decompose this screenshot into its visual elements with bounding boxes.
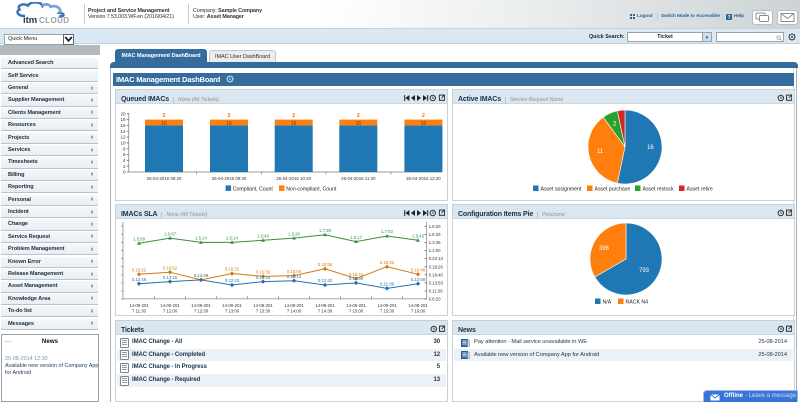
svg-text:1.5:14: 1.5:14 [195, 236, 208, 241]
svg-text:11: 11 [597, 149, 604, 155]
svg-text:0.16:40: 0.16:40 [429, 272, 444, 277]
svg-text:0.14:14: 0.14:14 [287, 274, 302, 279]
svg-text:?: ? [727, 15, 730, 20]
svg-text:1.5:14: 1.5:14 [226, 236, 239, 241]
svg-text:16: 16 [161, 121, 167, 127]
svg-text:0.19:26: 0.19:26 [429, 264, 444, 269]
svg-text:1.6:33: 1.6:33 [429, 232, 442, 237]
svg-text:16: 16 [226, 121, 232, 127]
svg-text:0.12:43: 0.12:43 [318, 278, 333, 283]
svg-text:0.12:46: 0.12:46 [132, 277, 147, 282]
svg-text:14-09-201: 14-09-201 [408, 303, 428, 308]
svg-text:1.3:46: 1.3:46 [429, 240, 442, 245]
svg-text:0.16:31: 0.16:31 [225, 267, 240, 272]
svg-text:1.9:20: 1.9:20 [429, 224, 442, 229]
svg-text:26-04-2016 12:20: 26-04-2016 12:20 [406, 176, 441, 181]
svg-text:20: 20 [120, 111, 126, 116]
svg-text:16: 16 [647, 145, 654, 151]
svg-text:16: 16 [120, 123, 126, 128]
svg-text:7 14:30: 7 14:30 [318, 309, 333, 314]
svg-text:0.11:06: 0.11:06 [429, 289, 444, 294]
svg-text:Compliant, Count: Compliant, Count [233, 186, 274, 192]
svg-text:7 15:00: 7 15:00 [349, 309, 364, 314]
svg-text:16: 16 [421, 121, 427, 127]
svg-text:0.14:15: 0.14:15 [256, 275, 271, 280]
svg-text:14-09-201: 14-09-201 [160, 303, 180, 308]
svg-text:7 16:00: 7 16:00 [411, 309, 426, 314]
svg-text:12: 12 [120, 135, 126, 140]
svg-text:7 11:30: 7 11:30 [132, 309, 147, 314]
svg-text:1.6:20: 1.6:20 [288, 231, 301, 236]
svg-text:0.12:58: 0.12:58 [411, 277, 426, 282]
svg-text:1.6:07: 1.6:07 [164, 231, 177, 236]
svg-text:0.18:56: 0.18:56 [318, 262, 333, 267]
svg-text:16: 16 [356, 121, 362, 127]
svg-text:1.5:45: 1.5:45 [257, 234, 270, 239]
svg-text:0.16:48: 0.16:48 [411, 268, 426, 273]
svg-text:14-09-201: 14-09-201 [191, 303, 211, 308]
svg-text:1.7:02: 1.7:02 [381, 229, 394, 234]
svg-text:8: 8 [123, 146, 126, 151]
svg-text:1.5:17: 1.5:17 [350, 235, 363, 240]
svg-text:2: 2 [357, 113, 360, 119]
svg-text:RACK N4: RACK N4 [626, 300, 649, 306]
svg-text:14: 14 [120, 129, 126, 134]
svg-text:0.16:22: 0.16:22 [132, 268, 147, 273]
svg-text:0.12:43: 0.12:43 [225, 278, 240, 283]
svg-text:1.1:00: 1.1:00 [429, 248, 442, 253]
svg-text:2: 2 [123, 164, 126, 169]
svg-text:0: 0 [123, 170, 126, 175]
svg-text:16: 16 [291, 121, 297, 127]
svg-text:0.11:39: 0.11:39 [380, 282, 395, 287]
svg-text:0.22:13: 0.22:13 [429, 256, 444, 261]
svg-text:N/A: N/A [603, 300, 612, 306]
svg-text:CLOUD: CLOUD [39, 16, 69, 25]
svg-text:Asset retire: Asset retire [687, 187, 713, 193]
svg-text:1.5:46: 1.5:46 [412, 234, 425, 239]
svg-text:14-09-201: 14-09-201 [346, 303, 366, 308]
svg-text:14-09-201: 14-09-201 [129, 303, 149, 308]
svg-text:0.13:53: 0.13:53 [429, 281, 444, 286]
svg-text:26-04-2016 10:20: 26-04-2016 10:20 [276, 176, 311, 181]
svg-text:10: 10 [120, 141, 126, 146]
svg-text:2: 2 [227, 113, 230, 119]
svg-text:18: 18 [120, 117, 126, 122]
svg-text:0.16:52: 0.16:52 [163, 265, 178, 270]
svg-text:0.13:15: 0.13:15 [163, 275, 178, 280]
svg-text:26-04-2016 11:20: 26-04-2016 11:20 [341, 176, 376, 181]
svg-text:14-09-201: 14-09-201 [222, 303, 242, 308]
svg-text:26-04-2016 08:20: 26-04-2016 08:20 [147, 176, 182, 181]
svg-text:26-04-2016 09:20: 26-04-2016 09:20 [212, 176, 247, 181]
svg-text:2: 2 [422, 113, 425, 119]
svg-text:7 13:00: 7 13:00 [225, 309, 240, 314]
svg-text:6: 6 [123, 152, 126, 157]
svg-text:7 12:30: 7 12:30 [194, 309, 209, 314]
svg-text:0.19:23: 0.19:23 [380, 260, 395, 265]
svg-text:7 15:30: 7 15:30 [380, 309, 395, 314]
svg-text:2: 2 [162, 113, 165, 119]
svg-text:Asset restock: Asset restock [643, 187, 675, 193]
svg-text:0.13:39: 0.13:39 [349, 276, 364, 281]
svg-text:7 14:00: 7 14:00 [287, 309, 302, 314]
svg-text:Asset purchase: Asset purchase [595, 187, 631, 193]
svg-text:14-09-201: 14-09-201 [253, 303, 273, 308]
svg-text:Asset assignment: Asset assignment [541, 187, 583, 193]
svg-text:0.8:20: 0.8:20 [429, 297, 442, 302]
svg-text:793: 793 [639, 268, 650, 274]
svg-text:1.7:38: 1.7:38 [319, 228, 332, 233]
svg-text:1.5:09: 1.5:09 [133, 237, 146, 242]
svg-text:14-09-201: 14-09-201 [377, 303, 397, 308]
svg-text:7 13:30: 7 13:30 [256, 309, 271, 314]
svg-text:itm: itm [23, 15, 37, 26]
svg-text:14-09-201: 14-09-201 [315, 303, 335, 308]
svg-text:2: 2 [292, 113, 295, 119]
svg-text:396: 396 [599, 246, 610, 252]
svg-text:14-09-201: 14-09-201 [284, 303, 304, 308]
svg-text:Non-compliant, Count: Non-compliant, Count [286, 186, 337, 192]
svg-text:0.14:39: 0.14:39 [194, 273, 209, 278]
svg-text:4: 4 [123, 158, 126, 163]
svg-text:7 12:00: 7 12:00 [163, 309, 178, 314]
